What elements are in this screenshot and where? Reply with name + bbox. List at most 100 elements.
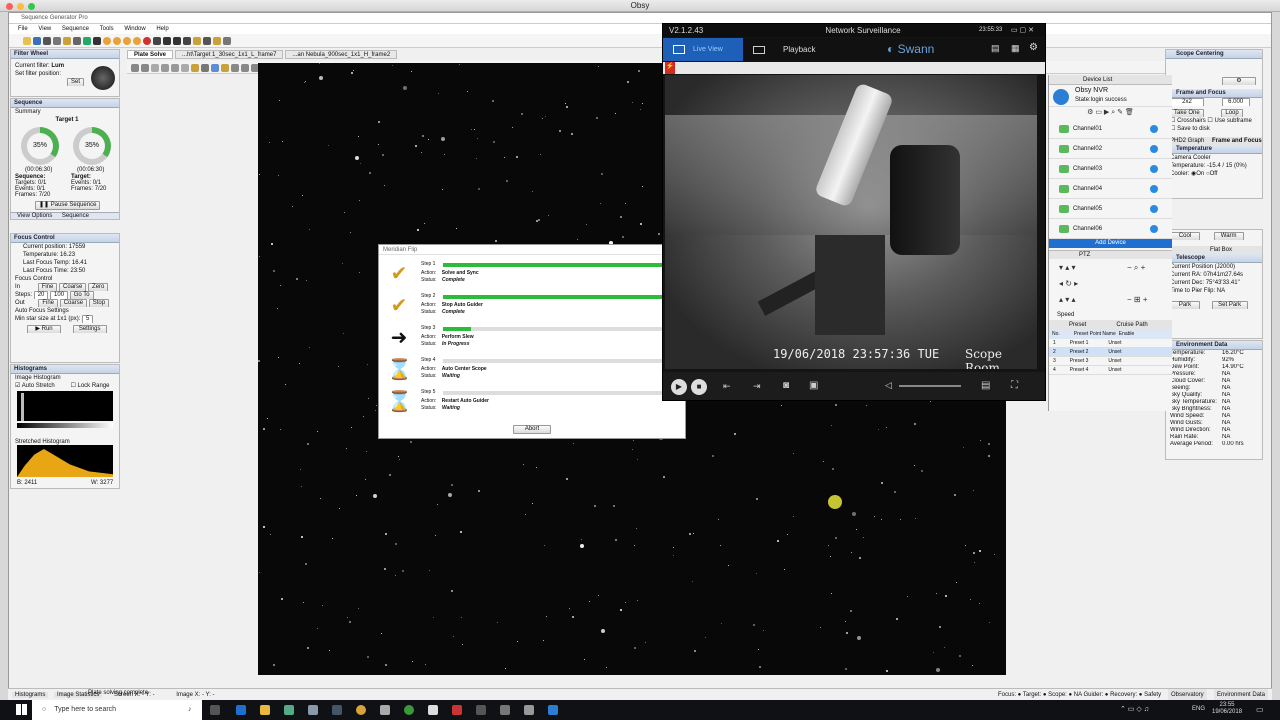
app-icon-2[interactable] xyxy=(308,705,318,715)
snapshot-icon[interactable]: ◙ xyxy=(783,380,789,391)
tab-plate-solve[interactable]: Plate Solve xyxy=(127,50,174,59)
set-filter-button[interactable]: Set xyxy=(67,78,85,86)
windows-start-icon[interactable] xyxy=(16,704,27,715)
taskbar-clock[interactable]: 23:55 19/06/2018 xyxy=(1212,702,1242,716)
open-icon[interactable] xyxy=(23,37,31,45)
cut-icon[interactable] xyxy=(43,37,51,45)
preset-row[interactable]: 2 Preset 2 Unset xyxy=(1049,348,1172,357)
task-view-icon[interactable] xyxy=(210,705,220,715)
mail-icon[interactable] xyxy=(428,705,438,715)
zoom-out-icon[interactable] xyxy=(171,64,179,72)
volume-slider[interactable] xyxy=(899,385,961,387)
focus-zero-button[interactable]: Zero xyxy=(88,283,109,291)
filter-icon[interactable] xyxy=(113,37,121,45)
loop-button[interactable]: Loop xyxy=(1221,109,1243,117)
file-explorer-icon[interactable] xyxy=(260,705,270,715)
add-device-button[interactable]: Add Device xyxy=(1049,239,1172,248)
app-icon-4[interactable] xyxy=(356,705,366,715)
play-icon[interactable]: ▶ xyxy=(671,379,687,395)
menu-sequence[interactable]: Sequence xyxy=(62,26,89,32)
play-channel-icon[interactable] xyxy=(1150,165,1158,173)
tab-frame-focus[interactable]: Frame and Focus xyxy=(1212,138,1262,144)
set-park-button[interactable]: Set Park xyxy=(1211,301,1248,309)
app-icon-1[interactable] xyxy=(284,705,294,715)
safety-icon[interactable] xyxy=(203,37,211,45)
tab-nebula-frame2[interactable]: ...an Nebula_900sec_1x1_H_frame2 xyxy=(285,50,398,59)
subframe-checkbox[interactable]: ☐ xyxy=(1207,118,1212,124)
channel-item[interactable]: Channel04 xyxy=(1049,179,1172,199)
tab-target-frame7[interactable]: ...ht\Target 1_30sec_1x1_L_frame7 xyxy=(175,50,284,59)
notifications-icon[interactable]: ▭ xyxy=(1256,705,1264,714)
play-icon[interactable] xyxy=(83,37,91,45)
nvr-device-entry[interactable]: Obsy NVR State:login success xyxy=(1049,85,1172,107)
focus-in-fine-button[interactable]: Fine xyxy=(37,283,58,291)
focus-in-coarse-button[interactable]: Coarse xyxy=(59,283,87,291)
save-icon[interactable] xyxy=(33,37,41,45)
device-actions[interactable]: ⚙ ▭ ▶ ⌕ ✎ 🗑 xyxy=(1049,107,1172,119)
cool-button[interactable]: Cool xyxy=(1170,232,1200,240)
channel-item[interactable]: Channel02 xyxy=(1049,139,1172,159)
focus-goto-button[interactable]: Go To xyxy=(69,291,94,299)
auto-stretch-checkbox[interactable]: ☑ xyxy=(15,383,20,389)
menu-tools[interactable]: Tools xyxy=(100,26,114,32)
nvr-settings-icon[interactable]: ⚙ xyxy=(1029,42,1038,53)
app-icon-6[interactable] xyxy=(452,705,462,715)
channel-item[interactable]: Channel06 xyxy=(1049,219,1172,239)
warm-button[interactable]: Warm xyxy=(1213,232,1244,240)
app-icon-9[interactable] xyxy=(524,705,534,715)
play-channel-icon[interactable] xyxy=(1150,185,1158,193)
search-icon[interactable] xyxy=(73,37,81,45)
crop-icon[interactable] xyxy=(191,64,199,72)
tab-sequence[interactable]: Sequence xyxy=(62,213,89,219)
app-icon-5[interactable] xyxy=(380,705,390,715)
tab-view-options[interactable]: View Options xyxy=(17,213,52,219)
observatory-icon[interactable] xyxy=(183,37,191,45)
tab-playback[interactable]: Playback xyxy=(753,38,833,61)
flatbox-icon[interactable] xyxy=(173,37,181,45)
chrome-icon[interactable] xyxy=(404,705,414,715)
dome-icon[interactable] xyxy=(163,37,171,45)
fine-steps-input[interactable]: 20 xyxy=(33,291,49,299)
tab-preset[interactable]: Preset xyxy=(1069,322,1086,328)
app-icon-7[interactable] xyxy=(476,705,486,715)
back-icon[interactable] xyxy=(131,64,139,72)
focus-stop-button[interactable]: Stop xyxy=(88,299,110,307)
minimize-window-icon[interactable] xyxy=(17,3,24,10)
ptz-pad[interactable]: ▾ ▴ ▾ − ⌕ + ◂ ↻ ▸ ▴ ▾ ▴ − ⊞ + xyxy=(1049,259,1172,311)
fit-icon[interactable] xyxy=(181,64,189,72)
focuser-icon[interactable] xyxy=(123,37,131,45)
tab-cruise-path[interactable]: Cruise Path xyxy=(1116,322,1147,328)
autofocus-settings-button[interactable]: Settings xyxy=(72,325,107,333)
copy-icon[interactable] xyxy=(53,37,61,45)
alarm-icon[interactable]: ⚡ xyxy=(665,62,675,74)
channel-item[interactable]: Channel01 xyxy=(1049,119,1172,139)
pause-sequence-button[interactable]: ❚❚ Pause Sequence xyxy=(35,201,101,210)
menu-window[interactable]: Window xyxy=(124,26,145,32)
zoom-window-icon[interactable] xyxy=(28,3,35,10)
take-one-button[interactable]: Take One xyxy=(1170,109,1204,117)
telescope-icon[interactable] xyxy=(133,37,141,45)
exposure-input[interactable]: 6.000 xyxy=(1221,98,1250,106)
tab-live-view[interactable]: Live View xyxy=(663,38,743,61)
circle-icon[interactable] xyxy=(231,64,239,72)
app-icon-10[interactable] xyxy=(548,705,558,715)
rotator-icon[interactable] xyxy=(153,37,161,45)
select-icon[interactable] xyxy=(211,64,219,72)
channel-item[interactable]: Channel05 xyxy=(1049,199,1172,219)
layout-icon[interactable]: ▤ xyxy=(981,380,990,391)
play-channel-icon[interactable] xyxy=(1150,145,1158,153)
grid-layout-icon[interactable]: ▦ xyxy=(1011,43,1020,54)
prev-window-icon[interactable]: ⇤ xyxy=(723,381,731,392)
tab-histograms[interactable]: Histograms xyxy=(12,692,49,698)
play-channel-icon[interactable] xyxy=(1150,205,1158,213)
focus-out-coarse-button[interactable]: Coarse xyxy=(59,299,88,307)
lock-range-checkbox[interactable]: ☐ xyxy=(70,383,75,389)
zoom-in-icon[interactable] xyxy=(161,64,169,72)
edge-icon[interactable] xyxy=(236,705,246,715)
annotate-icon[interactable] xyxy=(221,64,229,72)
record-icon[interactable]: ▣ xyxy=(809,380,818,391)
menu-file[interactable]: File xyxy=(18,26,28,32)
play-channel-icon[interactable] xyxy=(1150,125,1158,133)
channel-item[interactable]: Channel03 xyxy=(1049,159,1172,179)
paste-icon[interactable] xyxy=(63,37,71,45)
